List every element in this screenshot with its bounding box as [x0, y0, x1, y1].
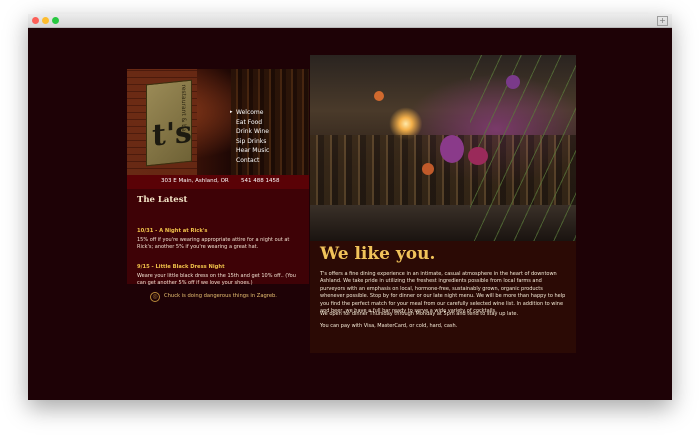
latest-news-panel: The Latest 10/31 - A Night at Rick's 15%…: [127, 189, 309, 286]
nav-drink-wine[interactable]: Drink Wine: [236, 127, 269, 137]
welcome-heading: We like you.: [320, 244, 436, 264]
sign-logo-text: t's: [152, 114, 192, 154]
flower-decor: [440, 135, 464, 163]
browser-window: + restaurant & bar t's ▸ Welcome Eat Foo…: [28, 14, 672, 400]
news-post-body: Weare your little black dress on the 15t…: [137, 273, 296, 286]
flower-decor: [374, 91, 384, 101]
news-post-title[interactable]: 9/15 - Little Black Dress Night: [137, 264, 225, 270]
flower-stems-decor: [470, 55, 576, 241]
globe-icon: ◎: [150, 292, 160, 302]
nav-sip-drinks[interactable]: Sip Drinks: [236, 137, 269, 147]
browser-titlebar: +: [28, 14, 672, 28]
flower-decor: [468, 147, 488, 165]
main-nav: ▸ Welcome Eat Food Drink Wine Sip Drinks…: [230, 108, 269, 166]
address-text: 303 E Main, Ashland, OR: [161, 178, 229, 184]
welcome-payment-paragraph: You can pay with Visa, MasterCard, or co…: [320, 323, 458, 329]
new-tab-button[interactable]: +: [657, 16, 668, 26]
restaurant-sign-image: restaurant & bar t's: [127, 69, 309, 175]
minimize-window-button[interactable]: [42, 17, 49, 24]
phone-text: 541 488 1458: [241, 178, 280, 184]
flower-decor: [422, 163, 434, 175]
active-nav-arrow-icon: ▸: [230, 109, 233, 115]
restaurant-logo-sign: restaurant & bar t's: [146, 79, 192, 167]
welcome-intro-paragraph: T's offers a fine dining experience in a…: [320, 271, 566, 315]
zoom-window-button[interactable]: [52, 17, 59, 24]
bar-interior-photo: [310, 55, 576, 241]
nav-eat-food[interactable]: Eat Food: [236, 118, 269, 128]
welcome-panel: We like you. T's offers a fine dining ex…: [310, 241, 576, 353]
nav-welcome[interactable]: Welcome: [236, 108, 269, 118]
news-post-title[interactable]: 10/31 - A Night at Rick's: [137, 228, 208, 234]
tweet-text[interactable]: Chuck is doing dangerous things in Zagre…: [164, 293, 277, 299]
welcome-hours-paragraph: We open for dinner Thursday through Mond…: [320, 311, 519, 317]
nav-contact[interactable]: Contact: [236, 156, 269, 166]
flower-decor: [506, 75, 520, 89]
news-post-body: 15% off if you're wearing appropriate at…: [137, 237, 290, 250]
latest-heading: The Latest: [137, 195, 188, 205]
close-window-button[interactable]: [32, 17, 39, 24]
contact-bar: 303 E Main, Ashland, OR 541 488 1458: [127, 175, 309, 189]
nav-hear-music[interactable]: Hear Music: [236, 146, 269, 156]
